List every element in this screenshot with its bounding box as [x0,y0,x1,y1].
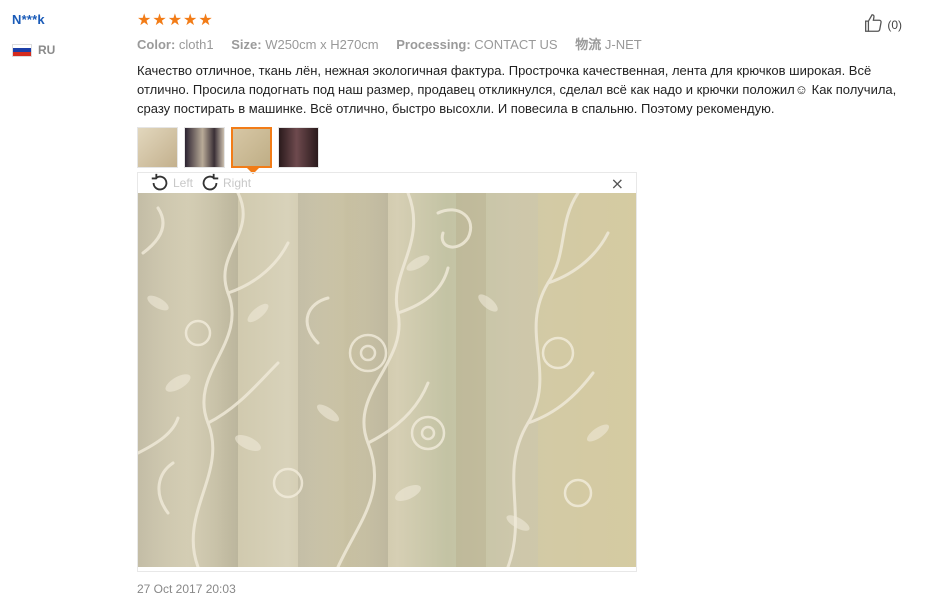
rating-stars: ★ ★ ★ ★ ★ [137,11,907,29]
star-icon: ★ [198,10,213,29]
rotate-right-button[interactable]: Right [199,172,251,194]
rotate-left-label: Left [173,176,194,190]
attr-size: Size: W250cm x H270cm [231,37,379,52]
attr-color: Color: cloth1 [137,37,214,52]
rotate-left-icon [151,173,168,191]
attr-processing: Processing: CONTACT US [396,37,558,52]
helpful-count: (0) [887,18,902,32]
star-icon: ★ [152,10,167,29]
review-text: Качество отличное, ткань лён, нежная эко… [137,63,897,116]
rotate-right-icon [202,173,219,191]
attr-logistics: 物流 J-NET [575,37,642,52]
rotate-right-label: Right [223,176,252,190]
review-photo-thumbnail-selected[interactable] [231,127,272,174]
helpful-button[interactable]: (0) [862,12,902,34]
review-photo-thumbnail[interactable] [184,127,225,168]
lace-curtain-photo [138,193,636,567]
review-date: 27 Oct 2017 20:03 [137,582,236,596]
russia-flag-icon [12,43,32,57]
order-attributes: Color: cloth1 Size: W250cm x H270cm Proc… [137,34,907,53]
viewer-toolbar: Left Right × [138,173,636,193]
review-photo-thumbnail[interactable] [278,127,319,168]
reviewer-country: RU [12,43,122,57]
reviewer-name: N***k [12,12,45,27]
review-photo [138,193,636,567]
photo-thumbnails [137,127,907,174]
rotate-left-button[interactable]: Left [149,172,193,194]
star-icon: ★ [167,10,183,29]
review-photo-thumbnail[interactable] [137,127,178,168]
review-body: ★ ★ ★ ★ ★ Color: cloth1 Size: W250cm x H… [137,11,907,174]
thumbs-up-icon [865,14,883,32]
close-icon[interactable]: × [611,176,624,192]
country-code: RU [38,43,56,57]
star-icon: ★ [137,10,152,29]
reviewer-info: N***k RU [12,12,122,57]
photo-viewer: Left Right × [137,172,637,572]
star-icon: ★ [183,10,198,29]
